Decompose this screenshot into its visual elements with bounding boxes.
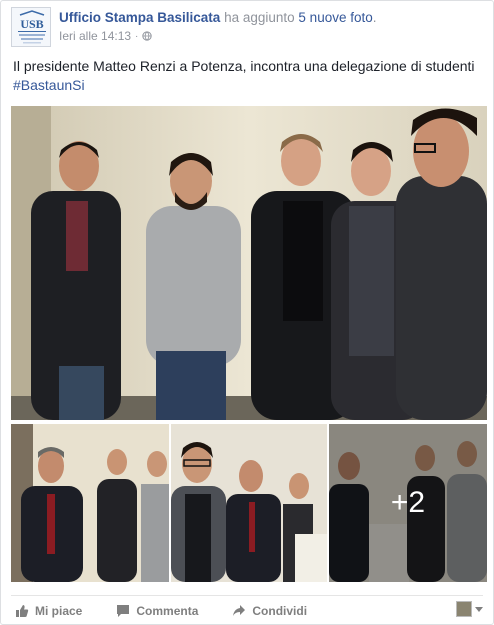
hashtag-link[interactable]: #BastaunSi	[13, 76, 483, 95]
comment-bubble-icon	[117, 605, 130, 617]
comment-label: Commenta	[136, 604, 199, 618]
post-action-bar: Mi piace Commenta Condividi	[11, 595, 483, 621]
post-message: Il presidente Matteo Renzi a Potenza, in…	[13, 57, 483, 95]
header-headline: Ufficio Stampa Basilicata ha aggiunto 5 …	[59, 9, 483, 26]
comment-button[interactable]: Commenta	[116, 604, 198, 618]
post-meta: Ieri alle 14:13 ·	[59, 29, 483, 43]
message-text: Il presidente Matteo Renzi a Potenza, in…	[13, 58, 475, 74]
meta-separator: ·	[135, 30, 139, 42]
share-button[interactable]: Condividi	[232, 604, 307, 618]
globe-icon[interactable]	[142, 31, 153, 41]
like-label: Mi piace	[35, 604, 83, 618]
facebook-post: USB Ufficio Stampa Basilicata ha aggiunt…	[0, 0, 494, 625]
share-label: Condividi	[252, 604, 308, 618]
more-photos-overlay[interactable]: +2	[329, 424, 487, 582]
timestamp-link[interactable]: Ieri alle 14:13	[59, 29, 131, 43]
photo-thumbnail-2[interactable]	[171, 424, 327, 582]
page-avatar[interactable]: USB	[11, 7, 51, 47]
share-arrow-icon	[233, 605, 246, 616]
more-photos-count: +2	[390, 486, 426, 519]
usb-logo-icon: USB	[12, 8, 50, 46]
avatar-logo-text: USB	[20, 17, 43, 31]
page-name-link[interactable]: Ufficio Stampa Basilicata	[59, 10, 220, 25]
post-header: USB Ufficio Stampa Basilicata ha aggiunt…	[11, 7, 483, 47]
post-as-selector[interactable]	[456, 601, 483, 617]
thumbnail-1-image	[11, 424, 169, 582]
thumbs-up-icon	[16, 605, 29, 617]
header-text: Ufficio Stampa Basilicata ha aggiunto 5 …	[59, 9, 483, 43]
action-suffix: .	[372, 10, 377, 25]
posting-as-avatar	[456, 601, 472, 617]
action-text: ha aggiunto	[224, 10, 295, 25]
photo-thumbnail-1[interactable]	[11, 424, 169, 582]
main-photo-image	[11, 106, 487, 420]
photo-thumbnail-3[interactable]: +2	[329, 424, 487, 582]
chevron-down-icon	[475, 606, 483, 612]
like-button[interactable]: Mi piace	[15, 604, 82, 618]
new-photos-link[interactable]: 5 nuove foto	[298, 10, 372, 25]
main-photo[interactable]	[11, 106, 487, 420]
thumbnail-2-image	[171, 424, 327, 582]
